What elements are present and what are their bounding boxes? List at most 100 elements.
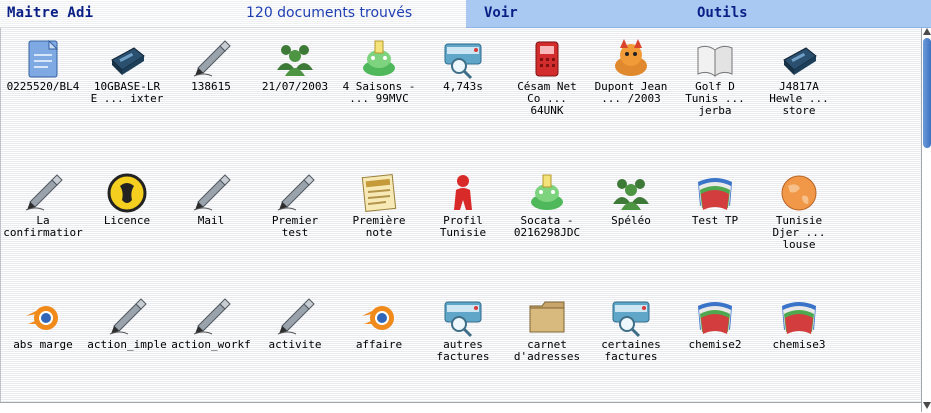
document-label: Dupont Jean ... /2003 xyxy=(594,81,668,105)
doc-icon xyxy=(28,39,59,78)
document-item[interactable]: 21/07/2003 xyxy=(253,38,337,93)
folder-icon xyxy=(529,301,565,333)
document-label: Test TP xyxy=(691,215,739,227)
horizontal-scrollbar[interactable] xyxy=(0,402,921,413)
document-item[interactable]: 138615 xyxy=(169,38,253,93)
document-label: 10GBASE-LR E ... ixter xyxy=(90,81,164,105)
pen-icon xyxy=(109,298,147,335)
document-label: action_workf xyxy=(171,339,251,351)
pen-icon xyxy=(277,298,315,335)
pen-icon xyxy=(193,174,231,211)
document-label: Socata - 0216298JDC xyxy=(513,215,581,239)
document-item[interactable]: Premier test xyxy=(253,172,337,239)
globe-icon xyxy=(781,175,817,211)
book-icon xyxy=(697,45,733,77)
pen-icon xyxy=(25,174,63,211)
folder-stack-icon xyxy=(782,302,816,334)
document-item[interactable]: chemise3 xyxy=(757,296,841,351)
frog-icon xyxy=(531,174,563,210)
frog-icon xyxy=(363,40,395,76)
document-item[interactable]: activite xyxy=(253,296,337,351)
folder-stack-icon xyxy=(698,302,732,334)
blender-icon xyxy=(362,306,394,330)
document-label: action_imple xyxy=(87,339,167,351)
search-doc-icon xyxy=(612,301,650,338)
document-label: 4 Saisons - ... 99MVC xyxy=(342,81,416,105)
document-label: Premier test xyxy=(271,215,319,239)
vertical-scrollbar[interactable] xyxy=(921,28,931,412)
document-item[interactable]: Test TP xyxy=(673,172,757,227)
document-item[interactable]: La confirmatior xyxy=(1,172,85,239)
document-item[interactable]: autres factures xyxy=(421,296,505,363)
people-icon xyxy=(613,179,649,210)
document-item[interactable]: abs marge xyxy=(1,296,85,351)
scroll-up-arrow-icon[interactable] xyxy=(923,28,931,35)
document-item[interactable]: 0225520/BL4 xyxy=(1,38,85,93)
document-item[interactable]: Tunisie Djer ... louse xyxy=(757,172,841,251)
document-label: certaines factures xyxy=(601,339,661,363)
menu-voir[interactable]: Voir xyxy=(484,5,518,21)
document-item[interactable]: carnet d'adresses xyxy=(505,296,589,363)
document-item[interactable]: 10GBASE-LR E ... ixter xyxy=(85,38,169,105)
document-item[interactable]: Spéléo xyxy=(589,172,673,227)
document-label: 21/07/2003 xyxy=(261,81,329,93)
document-label: 138615 xyxy=(191,81,231,93)
document-label: Première note xyxy=(352,215,406,239)
document-label: Licence xyxy=(103,215,151,227)
scrollbar-thumb[interactable] xyxy=(923,38,931,148)
search-doc-icon xyxy=(444,43,482,80)
document-item[interactable]: action_imple xyxy=(85,296,169,351)
menu-outils[interactable]: Outils xyxy=(697,5,748,21)
pen-icon xyxy=(193,298,231,335)
folder-stack-icon xyxy=(698,178,732,210)
document-item[interactable]: J4817A Hewle ... store xyxy=(757,38,841,117)
person-icon xyxy=(454,175,472,210)
document-item[interactable]: chemise2 xyxy=(673,296,757,351)
document-label: Tunisie Djer ... louse xyxy=(772,215,826,251)
gnu-icon xyxy=(107,173,147,213)
scroll-down-arrow-icon[interactable] xyxy=(923,402,931,409)
document-item[interactable]: Première note xyxy=(337,172,421,239)
blender-icon xyxy=(26,306,58,330)
document-label: Golf D Tunis ... jerba xyxy=(685,81,745,117)
fox-icon xyxy=(615,39,647,76)
network-icon xyxy=(783,47,817,75)
document-item[interactable]: 4,743s xyxy=(421,38,505,93)
document-item[interactable]: Mail xyxy=(169,172,253,227)
document-item[interactable]: Profil Tunisie xyxy=(421,172,505,239)
document-item[interactable]: 4 Saisons - ... 99MVC xyxy=(337,38,421,105)
document-label: chemise3 xyxy=(772,339,826,351)
document-label: Césam Net Co ... 64UNK xyxy=(517,81,577,117)
document-label: chemise2 xyxy=(688,339,742,351)
document-item[interactable]: Césam Net Co ... 64UNK xyxy=(505,38,589,117)
document-label: 4,743s xyxy=(443,81,483,93)
pen-icon xyxy=(193,40,231,77)
document-label: J4817A Hewle ... store xyxy=(769,81,829,117)
document-label: activite xyxy=(268,339,322,351)
app-title: Maitre Adi xyxy=(7,5,94,21)
news-icon xyxy=(361,173,397,213)
document-label: Profil Tunisie xyxy=(439,215,487,239)
document-grid: 0225520/BL4 10GBASE-LR E ... ixter 138615 2… xyxy=(0,28,922,412)
document-label: 0225520/BL4 xyxy=(6,81,80,93)
document-label: Spéléo xyxy=(611,215,651,227)
search-doc-icon xyxy=(444,301,482,338)
document-item[interactable]: Socata - 0216298JDC xyxy=(505,172,589,239)
document-label: abs marge xyxy=(13,339,73,351)
document-item[interactable]: certaines factures xyxy=(589,296,673,363)
document-item[interactable]: action_workf xyxy=(169,296,253,351)
document-label: carnet d'adresses xyxy=(513,339,581,363)
document-item[interactable]: Licence xyxy=(85,172,169,227)
pen-icon xyxy=(277,174,315,211)
document-item[interactable]: affaire xyxy=(337,296,421,351)
document-label: La confirmatior xyxy=(3,215,83,239)
network-icon xyxy=(111,47,145,75)
people-icon xyxy=(277,45,313,76)
top-bar: Maitre Adi 120 documents trouvés Voir Ou… xyxy=(0,0,931,28)
document-item[interactable]: Dupont Jean ... /2003 xyxy=(589,38,673,105)
document-label: autres factures xyxy=(436,339,490,363)
phone-icon xyxy=(535,41,559,77)
document-label: affaire xyxy=(355,339,403,351)
document-count: 120 documents trouvés xyxy=(246,5,413,21)
document-item[interactable]: Golf D Tunis ... jerba xyxy=(673,38,757,117)
